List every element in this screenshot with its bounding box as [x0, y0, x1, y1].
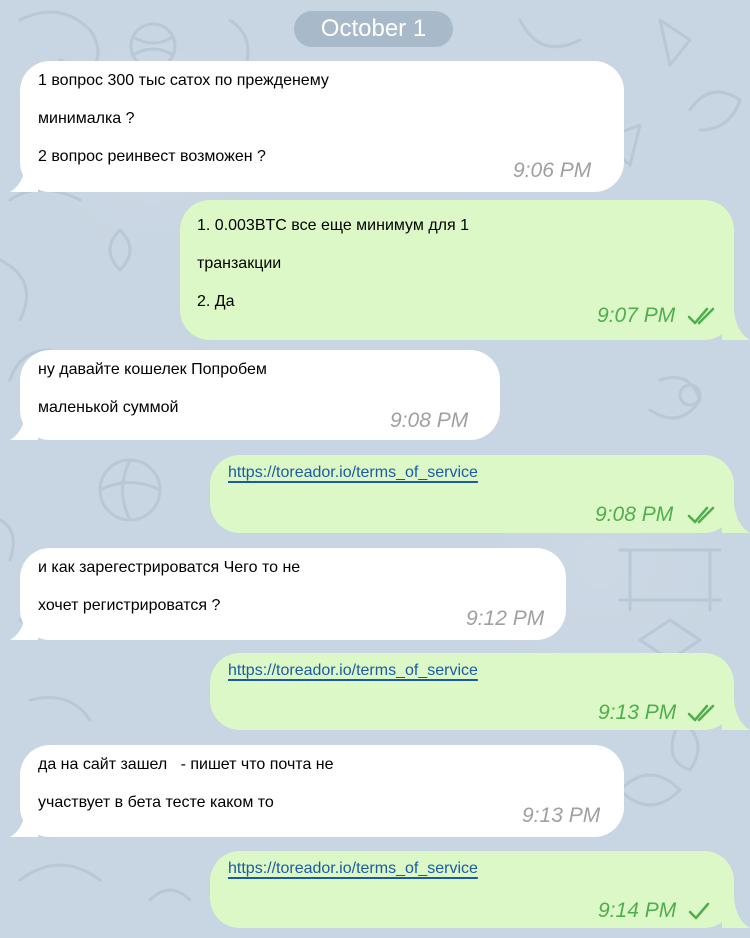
double-check-icon	[687, 704, 715, 722]
message-text-line: 2. Да	[197, 293, 235, 310]
message-link[interactable]: https://toreador.io/terms_of_service	[228, 464, 478, 482]
message-time: 9:12 PM	[466, 607, 545, 630]
message-text-line: 2 вопрос реинвест возможен ?	[38, 148, 266, 165]
message-text-line: минималка ?	[38, 110, 135, 127]
message-text-line: и как зарегестрироватся Чего то не	[38, 559, 301, 576]
message-time: 9:06 PM	[513, 159, 592, 182]
message-link[interactable]: https://toreador.io/terms_of_service	[228, 662, 478, 680]
message-text-line: да на сайт зашел - пишет что почта не	[38, 756, 334, 773]
single-check-icon	[688, 902, 710, 920]
double-check-icon	[687, 307, 715, 325]
message-time: 9:13 PM	[598, 701, 677, 724]
message-time: 9:08 PM	[595, 503, 674, 526]
date-separator: October 1	[294, 11, 453, 47]
message-text-line: 1. 0.003BTC все еще минимум для 1	[197, 217, 469, 234]
message-time: 9:14 PM	[598, 899, 677, 922]
message-time: 9:07 PM	[597, 304, 676, 327]
message-time: 9:08 PM	[390, 409, 469, 432]
message-time: 9:13 PM	[522, 804, 601, 827]
message-text-line: ну давайте кошелек Попробем	[38, 361, 267, 378]
message-text-line: транзакции	[197, 255, 282, 272]
message-text-line: 1 вопрос 300 тыс сатох по прежденему	[38, 72, 329, 89]
message-text-line: хочет регистрироватся ?	[38, 597, 221, 614]
message-link[interactable]: https://toreador.io/terms_of_service	[228, 860, 478, 878]
double-check-icon	[687, 506, 715, 524]
message-text-line: маленькой суммой	[38, 399, 179, 416]
message-text-line: участвует в бета тесте каком то	[38, 794, 274, 811]
